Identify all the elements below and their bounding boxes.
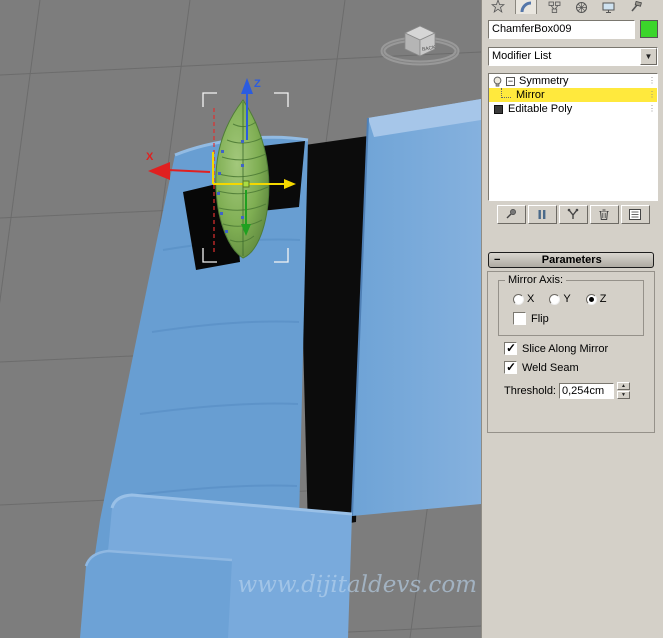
remove-modifier-button[interactable] [589,205,619,224]
editable-poly-icon [494,104,503,114]
viewport[interactable]: Z X BACK www.dijitaldevs.com [0,0,481,638]
radio-circle [513,293,524,305]
object-name-text: ChamferBox009 [492,23,572,35]
radio-circle [549,293,561,305]
radio-label: X [527,293,535,305]
modifier-list-label: Modifier List [492,50,552,62]
display-tab[interactable] [598,0,618,14]
configure-modifier-sets-button[interactable] [620,205,650,224]
stack-item-label: Symmetry [519,75,569,87]
dropdown-arrow-glyph: ▼ [644,52,653,61]
dropdown-arrow-icon[interactable]: ▼ [640,48,657,65]
spinner-down-icon: ▼ [621,392,626,398]
collapse-icon[interactable]: − [506,76,515,86]
row-overflow-dots: ⋮ [648,90,656,99]
create-tab[interactable] [488,0,508,14]
gizmo-x-label: X [146,151,154,163]
hierarchy-tab[interactable] [544,0,564,14]
hierarchy-icon [548,1,560,13]
couch-armrest [352,99,481,516]
modifier-stack: − Symmetry ⋮ Mirror ⋮ Editable Poly ⋮ [488,73,658,201]
display-monitor-icon [602,2,614,13]
spinner-up-icon: ▲ [621,383,626,389]
mirror-axis-group: Mirror Axis: X Y Z Flip [498,274,644,336]
show-end-result-button[interactable] [527,205,557,224]
modify-tab[interactable] [515,0,537,14]
couch-left-cushion [80,551,232,638]
mirror-axis-label: Mirror Axis: [505,274,566,286]
parameters-content: Mirror Axis: X Y Z Flip ✓ Slice Along Mi… [487,271,655,433]
check-icon: ✓ [506,360,517,374]
mirror-axis-x-radio[interactable]: X [513,293,534,305]
motion-tab[interactable] [571,0,591,14]
spinner-down-button[interactable]: ▼ [617,391,630,399]
parameters-rollout-header[interactable]: − Parameters [488,252,654,268]
slice-along-mirror-checkbox[interactable]: ✓ Slice Along Mirror [504,341,609,355]
object-color-swatch[interactable] [640,20,658,38]
mirror-axis-z-radio[interactable]: Z [585,293,607,305]
lightbulb-icon[interactable] [492,76,503,87]
make-unique-button[interactable] [558,205,588,224]
checkbox-label: Slice Along Mirror [522,342,609,355]
stack-item-editable-poly[interactable]: Editable Poly ⋮ [489,102,657,116]
stack-item-label: Editable Poly [508,103,573,115]
weld-seam-checkbox[interactable]: ✓ Weld Seam [504,360,579,374]
radio-label: Y [563,293,571,305]
radio-label: Z [599,293,607,305]
command-panel-tabs [485,0,662,14]
object-name-field[interactable]: ChamferBox009 [488,20,635,39]
mirror-axis-y-radio[interactable]: Y [549,293,571,305]
stack-item-symmetry[interactable]: − Symmetry ⋮ [489,74,657,88]
utilities-tab[interactable] [625,0,645,14]
pin-stack-button[interactable] [496,205,526,224]
checkbox-box: ✓ [513,312,526,325]
modifier-list-dropdown[interactable]: Modifier List ▼ [488,47,658,66]
show-end-result-icon [538,210,546,219]
watermark: www.dijitaldevs.com [237,572,477,598]
spinner-up-button[interactable]: ▲ [617,382,630,390]
row-overflow-dots: ⋮ [648,76,656,85]
pin-icon [506,209,516,219]
gizmo-z-label: Z [254,78,261,90]
threshold-value: 0,254cm [562,384,605,397]
checkbox-label: Flip [531,312,549,325]
checkbox-label: Weld Seam [522,361,579,374]
stack-toolbar [490,205,656,225]
gizmo-center [242,180,250,188]
checkbox-box: ✓ [504,341,517,355]
threshold-row: Threshold: 0,254cm ▲ ▼ [496,382,650,399]
stack-item-label: Mirror [516,89,545,101]
threshold-field[interactable]: 0,254cm [559,382,614,399]
trash-icon [599,209,609,220]
radio-circle [585,293,597,305]
mirror-axis-options: X Y Z [513,293,639,305]
modify-icon [520,1,531,13]
create-arrow-icon [491,0,505,14]
threshold-spinner: ▲ ▼ [617,382,630,399]
configure-sets-icon [629,209,641,220]
make-unique-icon [567,208,579,219]
flip-checkbox[interactable]: ✓ Flip [513,312,549,325]
check-icon: ✓ [506,341,517,355]
object-name-row: ChamferBox009 [488,20,658,39]
utilities-hammer-icon [630,1,642,12]
row-overflow-dots: ⋮ [648,104,656,113]
rollout-title: Parameters [541,254,602,266]
tree-elbow-icon [501,88,511,98]
app-window: Z X BACK www.dijitaldevs.com ChamferBox0… [0,0,663,638]
checkbox-box: ✓ [504,360,517,374]
threshold-label: Threshold: [504,384,556,397]
stack-item-mirror[interactable]: Mirror ⋮ [489,88,657,102]
command-panel: ChamferBox009 Modifier List ▼ − Symmetry [481,0,663,638]
motion-wheel-icon [575,2,587,13]
